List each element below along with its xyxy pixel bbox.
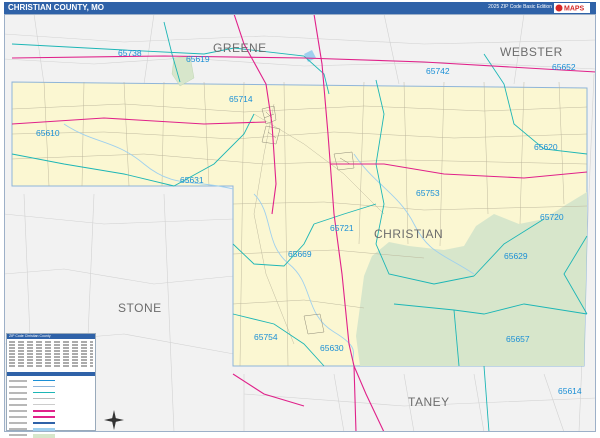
county-label-greene: GREENE <box>213 41 267 55</box>
legend-symbols <box>9 378 93 438</box>
zip-label: 65669 <box>288 249 312 259</box>
zip-label: 65721 <box>330 223 354 233</box>
edition-label: 2025 ZIP Code Basic Edition <box>488 4 552 10</box>
zip-label: 65714 <box>229 94 253 104</box>
legend-row <box>9 432 93 438</box>
map-legend: ZIP Code Christian County <box>6 333 96 438</box>
zip-label: 65614 <box>558 386 582 396</box>
zip-label: 65610 <box>36 128 60 138</box>
county-label-stone: STONE <box>118 301 162 315</box>
zip-label: 65631 <box>180 175 204 185</box>
map-title: CHRISTIAN COUNTY, MO <box>8 3 104 12</box>
svg-text:MAPS: MAPS <box>564 6 585 13</box>
zip-label: 65754 <box>254 332 278 342</box>
county-label-christian: CHRISTIAN <box>374 227 443 241</box>
county-label-taney: TANEY <box>408 395 450 409</box>
county-label-webster: WEBSTER <box>500 45 563 59</box>
legend-header: ZIP Code Christian County <box>7 334 95 339</box>
zip-label: 65657 <box>506 334 530 344</box>
zip-label: 65742 <box>426 66 450 76</box>
zip-label: 65619 <box>186 54 210 64</box>
publisher-logo-icon: MAPS <box>554 3 590 13</box>
title-bar: CHRISTIAN COUNTY, MO 2025 ZIP Code Basic… <box>4 2 596 14</box>
map-page: CHRISTIAN COUNTY, MO 2025 ZIP Code Basic… <box>0 0 600 438</box>
legend-subheader <box>7 372 95 376</box>
legend-zip-table <box>9 341 93 369</box>
zip-label: 65629 <box>504 251 528 261</box>
zip-label: 65652 <box>552 62 576 72</box>
compass-rose-icon <box>104 410 124 430</box>
zip-label: 65720 <box>540 212 564 222</box>
zip-label: 65630 <box>320 343 344 353</box>
zip-label: 65738 <box>118 48 142 58</box>
zip-label: 65753 <box>416 188 440 198</box>
zip-label: 65620 <box>534 142 558 152</box>
